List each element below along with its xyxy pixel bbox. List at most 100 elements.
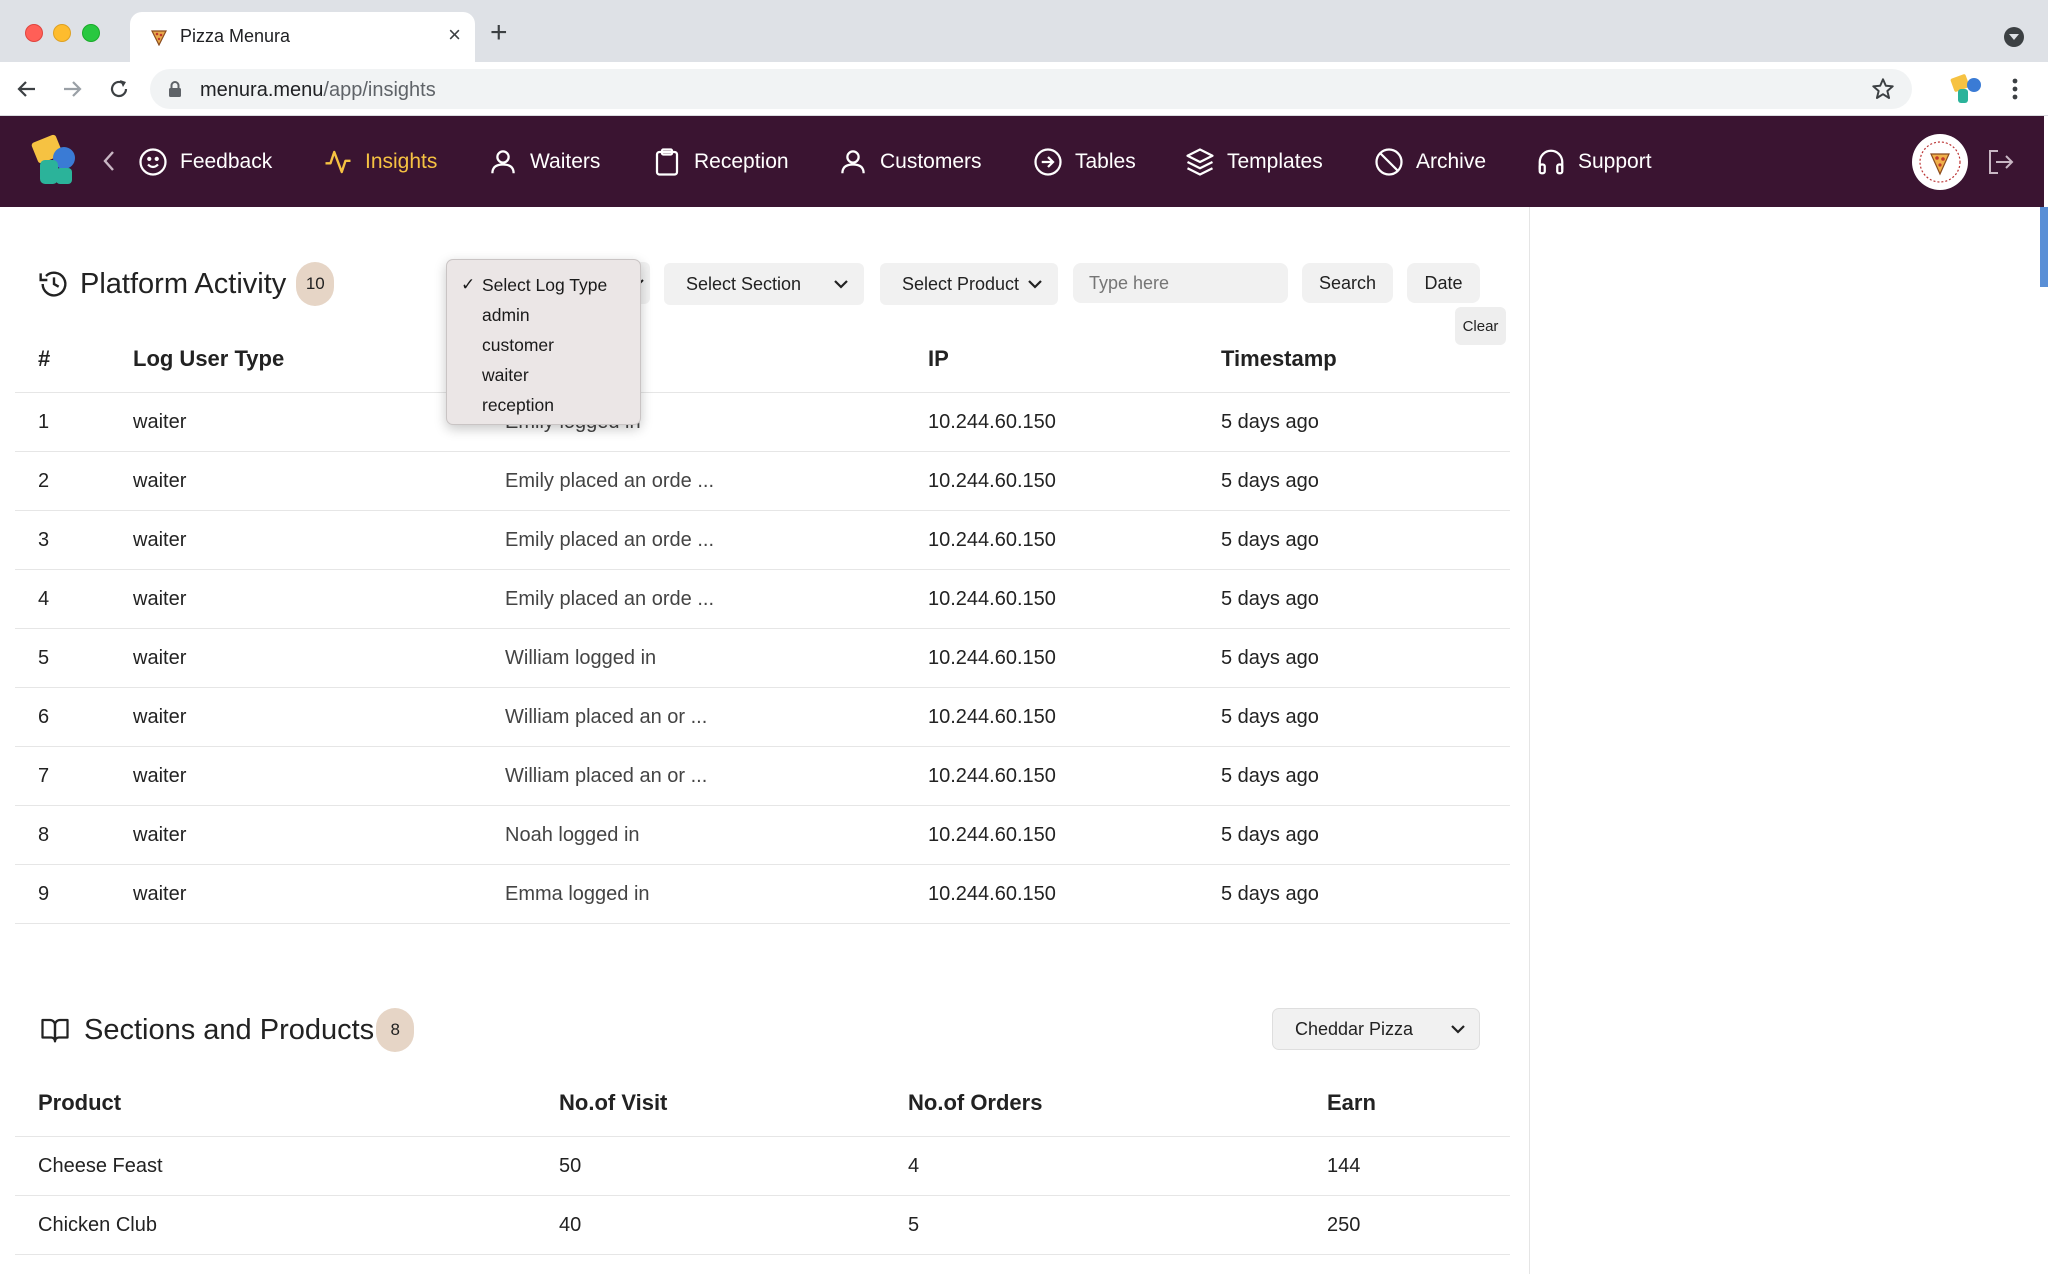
headphones-icon <box>1538 149 1564 174</box>
table-row: 6 waiter William placed an or ... 10.244… <box>15 688 1510 747</box>
table-row: 7 waiter William placed an or ... 10.244… <box>15 747 1510 806</box>
pizza-logo-icon <box>1919 141 1961 183</box>
log-type-option[interactable]: customer <box>447 330 640 360</box>
nav-customers-label: Customers <box>880 149 982 173</box>
window-minimize-button[interactable] <box>53 24 71 42</box>
nav-waiters[interactable]: Waiters <box>488 116 600 207</box>
platform-activity-heading: Platform Activity 10 <box>38 262 335 306</box>
sections-products-heading: Sections and Products 8 <box>40 1008 415 1052</box>
row-ip: 10.244.60.150 <box>928 588 1056 610</box>
row-description: Emily placed an orde ... <box>505 470 714 492</box>
arrow-left-icon <box>17 81 35 97</box>
collapse-chevron-icon[interactable] <box>100 146 118 176</box>
chevron-down-icon <box>1028 280 1042 289</box>
row-number: 1 <box>38 411 50 433</box>
table-row: Chicken Club 40 5 250 <box>15 1196 1510 1255</box>
col-header-visits: No.of Visit <box>559 1090 668 1115</box>
section-product-value: Cheddar Pizza <box>1295 1018 1414 1039</box>
back-button[interactable] <box>10 72 44 106</box>
log-type-option[interactable]: waiter <box>447 360 640 390</box>
search-input[interactable] <box>1073 263 1288 303</box>
activity-count-badge: 10 <box>296 262 335 306</box>
nav-feedback[interactable]: Feedback <box>138 116 272 207</box>
nav-insights-label: Insights <box>365 149 438 173</box>
history-icon <box>39 271 67 297</box>
row-log-type: waiter <box>133 588 187 610</box>
browser-toolbar: menura.menu/app/insights <box>0 62 2048 116</box>
row-ip: 10.244.60.150 <box>928 529 1056 551</box>
menura-logo-icon[interactable] <box>30 134 80 186</box>
tab-title: Pizza Menura <box>180 26 291 46</box>
chevron-down-icon <box>834 280 848 289</box>
log-type-option[interactable]: reception <box>447 390 640 420</box>
new-tab-button[interactable]: + <box>490 18 508 48</box>
reload-button[interactable] <box>102 72 136 106</box>
row-number: 7 <box>38 765 50 787</box>
product-filter-select[interactable]: Select Product <box>880 263 1058 305</box>
tab-close-icon[interactable]: × <box>448 24 461 46</box>
row-product: Chicken Club <box>38 1214 157 1236</box>
url-host: menura.menu <box>200 79 324 101</box>
row-timestamp: 5 days ago <box>1221 706 1319 728</box>
table-row: Cheese Feast 50 4 144 <box>15 1137 1510 1196</box>
nav-support[interactable]: Support <box>1536 116 1652 207</box>
logout-icon[interactable] <box>1986 148 2016 176</box>
row-log-type: waiter <box>133 824 187 846</box>
sections-count-badge: 8 <box>376 1008 415 1052</box>
browser-tab[interactable]: Pizza Menura × <box>130 12 475 62</box>
date-button[interactable]: Date <box>1407 263 1480 303</box>
nav-reception[interactable]: Reception <box>652 116 789 207</box>
col-header-number: # <box>38 346 51 371</box>
option-label: waiter <box>482 365 529 385</box>
row-log-type: waiter <box>133 411 187 433</box>
row-timestamp: 5 days ago <box>1221 765 1319 787</box>
row-log-type: waiter <box>133 765 187 787</box>
row-description: Emily placed an orde ... <box>505 588 714 610</box>
nav-feedback-label: Feedback <box>180 149 273 173</box>
row-log-type: waiter <box>133 529 187 551</box>
nav-archive[interactable]: Archive <box>1374 116 1486 207</box>
option-label: admin <box>482 305 530 325</box>
layers-icon <box>1186 147 1214 176</box>
tab-search-icon[interactable] <box>2004 27 2024 47</box>
more-vert-icon[interactable] <box>2004 74 2026 104</box>
row-description: Emma logged in <box>505 883 650 905</box>
section-product-select[interactable]: Cheddar Pizza <box>1272 1008 1480 1050</box>
row-ip: 10.244.60.150 <box>928 824 1056 846</box>
section-select[interactable]: Select Section <box>664 263 864 305</box>
nav-archive-label: Archive <box>1416 149 1487 173</box>
col-header-timestamp: Timestamp <box>1221 346 1337 371</box>
log-type-option[interactable]: admin <box>447 300 640 330</box>
log-type-option[interactable]: ✓ Select Log Type <box>447 270 640 300</box>
activity-icon <box>325 150 351 173</box>
user-icon <box>841 149 865 173</box>
row-ip: 10.244.60.150 <box>928 470 1056 492</box>
url-text: menura.menu/app/insights <box>200 79 436 102</box>
arrow-right-icon <box>64 81 82 97</box>
window-close-button[interactable] <box>25 24 43 42</box>
restaurant-avatar[interactable] <box>1912 134 1968 190</box>
row-timestamp: 5 days ago <box>1221 470 1319 492</box>
extension-icon[interactable] <box>1950 72 1984 106</box>
slash-icon <box>1375 147 1403 176</box>
nav-templates[interactable]: Templates <box>1185 116 1323 207</box>
bookmark-star-icon[interactable] <box>1870 76 1896 102</box>
page-scroll-indicator <box>2040 207 2048 287</box>
nav-tables[interactable]: Tables <box>1033 116 1136 207</box>
row-timestamp: 5 days ago <box>1221 529 1319 551</box>
clear-button[interactable]: Clear <box>1455 307 1506 345</box>
clipboard-icon <box>655 147 679 176</box>
table-row: 9 waiter Emma logged in 10.244.60.150 5 … <box>15 865 1510 924</box>
nav-insights[interactable]: Insights <box>323 116 437 207</box>
product-filter-value: Select Product <box>902 273 1020 294</box>
forward-button[interactable] <box>55 72 89 106</box>
nav-customers[interactable]: Customers <box>838 116 982 207</box>
nav-reception-label: Reception <box>694 149 789 173</box>
row-ip: 10.244.60.150 <box>928 411 1056 433</box>
search-button[interactable]: Search <box>1302 263 1393 303</box>
address-bar[interactable]: menura.menu/app/insights <box>150 69 1912 109</box>
lock-icon <box>169 81 181 97</box>
app-nav-bar: Feedback Insights Waiters Reception Cust… <box>0 116 2044 207</box>
table-row: 5 waiter William logged in 10.244.60.150… <box>15 629 1510 688</box>
window-maximize-button[interactable] <box>82 24 100 42</box>
